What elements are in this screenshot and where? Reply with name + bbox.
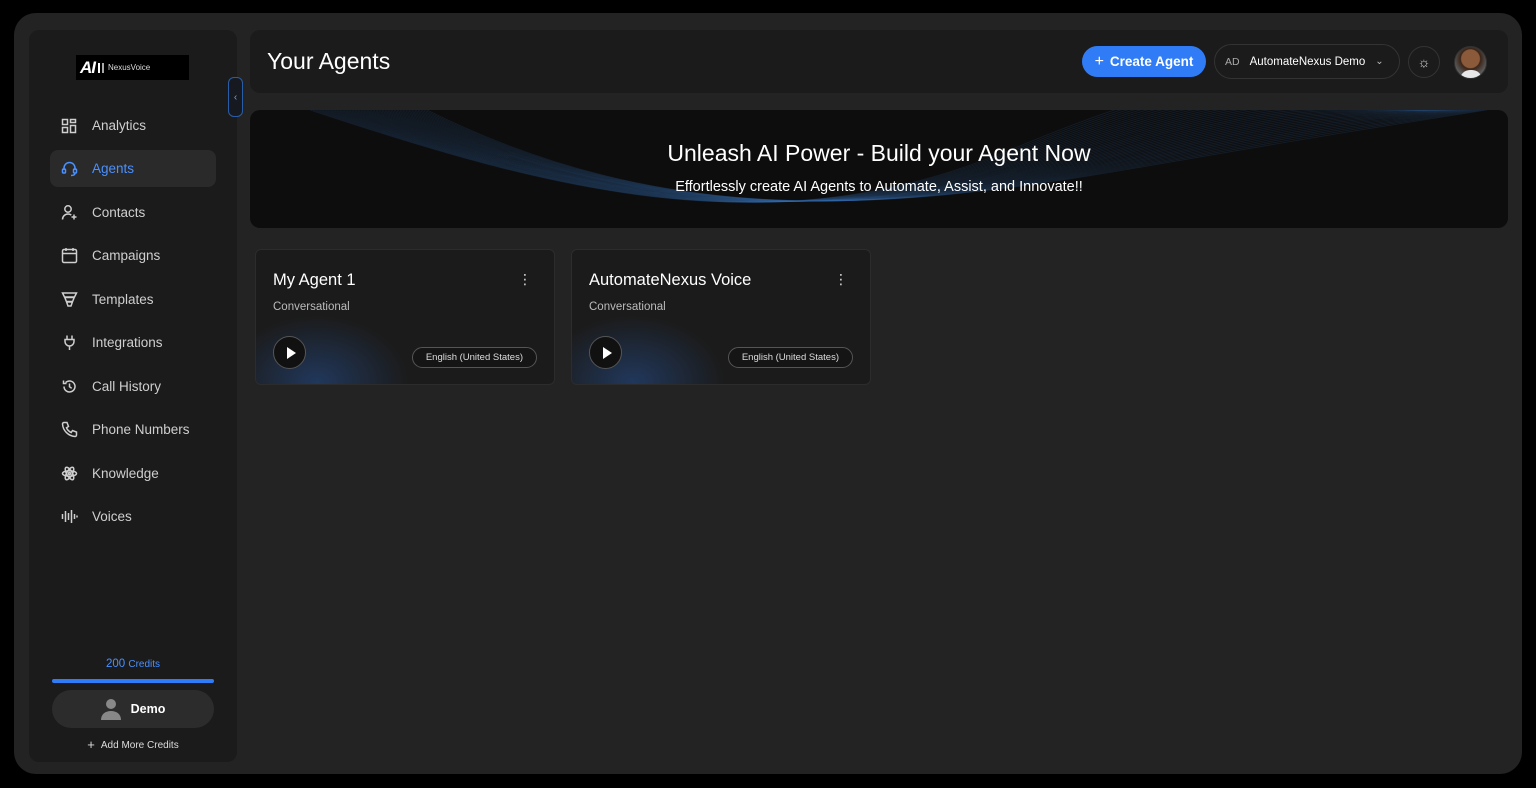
wave-pattern-decoration	[309, 110, 1488, 203]
sidebar: AI NexusVoice Analytics Agents Contacts	[29, 30, 237, 762]
top-bar: Your Agents + Create Agent AD AutomateNex…	[250, 30, 1508, 93]
sidebar-item-label: Agents	[92, 161, 135, 176]
sidebar-item-templates[interactable]: Templates	[50, 281, 216, 318]
user-avatar-icon	[100, 698, 121, 720]
plus-icon: +	[1094, 52, 1104, 70]
add-credits-button[interactable]: + Add More Credits	[52, 737, 214, 752]
atom-icon	[60, 465, 78, 483]
user-plus-icon	[60, 204, 78, 222]
brand-logo[interactable]: AI NexusVoice	[76, 55, 189, 80]
play-button[interactable]	[589, 336, 622, 369]
more-options-icon[interactable]: ⋮	[518, 272, 532, 286]
sun-icon: ☼	[1417, 54, 1431, 70]
headset-icon	[60, 160, 78, 178]
create-agent-label: Create Agent	[1109, 54, 1194, 69]
agent-card[interactable]: My Agent 1 Conversational ⋮ English (Uni…	[255, 249, 555, 385]
add-credits-label: Add More Credits	[100, 740, 179, 751]
language-badge: English (United States)	[411, 347, 537, 368]
theme-toggle-button[interactable]: ☼	[1408, 46, 1440, 78]
chevron-left-icon: ‹	[233, 91, 238, 103]
sidebar-item-label: Campaigns	[92, 248, 161, 263]
credits-progress-bar	[52, 679, 214, 683]
sidebar-item-campaigns[interactable]: Campaigns	[50, 237, 216, 274]
banner-subtitle: Effortlessly create AI Agents to Automat…	[675, 179, 1083, 195]
sidebar-item-knowledge[interactable]: Knowledge	[50, 455, 216, 492]
sidebar-item-label: Integrations	[92, 335, 163, 350]
sidebar-item-label: Phone Numbers	[92, 422, 190, 437]
page-title: Your Agents	[267, 48, 391, 74]
agent-name: My Agent 1	[273, 271, 356, 289]
create-agent-button[interactable]: + Create Agent	[1082, 46, 1206, 77]
credits-amount: 200	[105, 658, 126, 670]
account-initials: AD	[1225, 55, 1240, 68]
profile-avatar[interactable]	[1454, 46, 1487, 79]
user-name: Demo	[130, 702, 166, 716]
sidebar-collapse-button[interactable]: ‹	[228, 77, 243, 117]
agent-type: Conversational	[273, 301, 350, 313]
credits-label: Credits	[128, 659, 161, 670]
sidebar-item-label: Call History	[92, 379, 162, 394]
language-badge: English (United States)	[727, 347, 853, 368]
more-options-icon[interactable]: ⋮	[834, 272, 848, 286]
credits-count: 200 Credits	[51, 658, 215, 670]
sidebar-item-label: Voices	[92, 509, 132, 524]
history-icon	[60, 378, 78, 396]
logo-mark: AI	[80, 57, 96, 77]
logo-bars-icon	[98, 62, 104, 73]
phone-icon	[60, 421, 78, 439]
sidebar-item-label: Analytics	[92, 118, 147, 133]
sidebar-item-label: Contacts	[92, 205, 146, 220]
promo-banner: Unleash AI Power - Build your Agent Now …	[250, 110, 1508, 228]
logo-name: NexusVoice	[108, 63, 151, 72]
sidebar-item-phone-numbers[interactable]: Phone Numbers	[50, 411, 216, 448]
chevron-down-icon: ⌄	[1375, 56, 1384, 67]
sidebar-item-voices[interactable]: Voices	[50, 498, 216, 535]
profile-avatar-shirt	[1460, 70, 1482, 78]
plug-icon	[60, 334, 78, 352]
calendar-icon	[60, 247, 78, 265]
plus-icon: +	[87, 737, 95, 752]
play-button[interactable]	[273, 336, 306, 369]
sidebar-item-label: Templates	[92, 292, 154, 307]
agent-name: AutomateNexus Voice	[589, 271, 752, 289]
app-frame: AI NexusVoice Analytics Agents Contacts	[14, 13, 1522, 774]
sidebar-item-label: Knowledge	[92, 466, 159, 481]
user-menu[interactable]: Demo	[52, 690, 214, 728]
agent-card[interactable]: AutomateNexus Voice Conversational ⋮ Eng…	[571, 249, 871, 385]
agent-type: Conversational	[589, 301, 666, 313]
waveform-icon	[60, 508, 78, 526]
funnel-icon	[60, 291, 78, 309]
sidebar-item-integrations[interactable]: Integrations	[50, 324, 216, 361]
account-switcher[interactable]: AD AutomateNexus Demo ⌄	[1214, 44, 1400, 79]
sidebar-item-analytics[interactable]: Analytics	[50, 107, 216, 144]
grid-icon	[60, 117, 78, 135]
sidebar-item-call-history[interactable]: Call History	[50, 368, 216, 405]
sidebar-item-agents[interactable]: Agents	[50, 150, 216, 187]
sidebar-item-contacts[interactable]: Contacts	[50, 194, 216, 231]
account-name: AutomateNexus Demo	[1249, 55, 1366, 68]
banner-title: Unleash AI Power - Build your Agent Now	[667, 140, 1091, 166]
